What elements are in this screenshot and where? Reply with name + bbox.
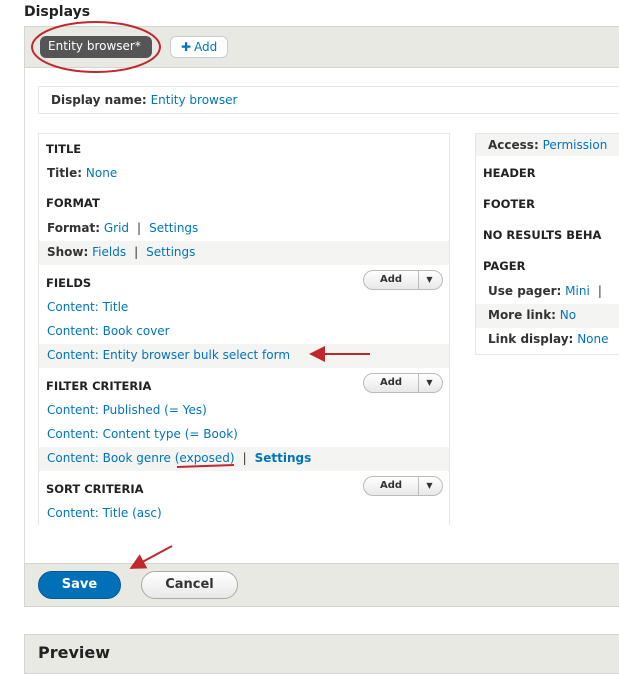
filter-exposed-settings-link[interactable]: Settings [255, 451, 312, 465]
filter-item-link[interactable]: Content: Content type (= Book) [47, 427, 238, 441]
title-row: Title: None [39, 162, 449, 186]
preview-title: Preview [38, 643, 111, 662]
use-pager-label: Use pager: [488, 284, 562, 298]
cancel-button[interactable]: Cancel [141, 571, 238, 599]
display-name-link[interactable]: Entity browser [151, 93, 238, 107]
sort-item: Content: Title (asc) [39, 502, 449, 526]
access-row: Access: Permission [476, 134, 619, 156]
display-name-label: Display name: [51, 93, 147, 107]
no-results-section-header[interactable]: NO RESULTS BEHA [476, 228, 619, 242]
format-label: Format: [47, 221, 101, 235]
field-item-link[interactable]: Content: Book cover [47, 324, 170, 338]
caret-down-icon[interactable]: ▼ [417, 271, 442, 289]
tab-entity-browser[interactable]: Entity browser* [40, 36, 152, 58]
plus-icon: ✚ [181, 40, 192, 54]
format-value-link[interactable]: Grid [104, 221, 129, 235]
show-settings-link[interactable]: Settings [146, 245, 195, 259]
title-label: Title: [47, 166, 83, 180]
use-pager-link[interactable]: Mini [565, 284, 590, 298]
title-value-link[interactable]: None [86, 166, 117, 180]
more-link-row: More link: No [476, 304, 619, 328]
fields-add-label[interactable]: Add [364, 271, 419, 289]
filter-item-exposed-link[interactable]: Content: Book genre (exposed) [47, 451, 235, 465]
sort-add-button[interactable]: Add ▼ [363, 476, 443, 496]
field-item: Content: Book cover [39, 320, 449, 344]
displays-heading: Displays [24, 4, 91, 20]
display-name-row: Display name: Entity browser [38, 86, 619, 114]
link-display-value-link[interactable]: None [577, 332, 608, 346]
show-label: Show: [47, 245, 89, 259]
field-item-link[interactable]: Content: Entity browser bulk select form [47, 348, 290, 362]
format-row: Format: Grid | Settings [47, 221, 199, 235]
filter-add-label[interactable]: Add [364, 374, 419, 392]
caret-down-icon[interactable]: ▼ [417, 477, 442, 495]
filter-item-exposed: Content: Book genre (exposed) | Settings [39, 447, 449, 471]
fields-add-button[interactable]: Add ▼ [363, 270, 443, 290]
show-row: Show: Fields | Settings [39, 241, 449, 265]
link-display-row: Link display: None [476, 328, 619, 352]
show-value-link[interactable]: Fields [92, 245, 126, 259]
link-display-label: Link display: [488, 332, 574, 346]
pager-section-header: PAGER [483, 259, 526, 273]
format-section-header: FORMAT [46, 196, 100, 210]
header-section-header[interactable]: HEADER [476, 166, 619, 180]
more-link-value-link[interactable]: No [560, 308, 576, 322]
field-item-link[interactable]: Content: Title [47, 300, 128, 314]
use-pager-row: Use pager: Mini | [488, 284, 602, 298]
filter-item-link[interactable]: Content: Published (= Yes) [47, 403, 207, 417]
title-section-header: TITLE [46, 142, 82, 156]
access-value-link[interactable]: Permission [543, 138, 608, 152]
left-column: TITLE Title: None FORMAT Format: Grid | Se… [38, 133, 450, 525]
filter-item: Content: Content type (= Book) [39, 423, 449, 447]
preview-bar [24, 634, 619, 674]
format-settings-link[interactable]: Settings [149, 221, 198, 235]
right-column: Access: Permission HEADER FOOTER NO RESU… [475, 133, 619, 355]
caret-down-icon[interactable]: ▼ [417, 374, 442, 392]
filter-item: Content: Published (= Yes) [39, 399, 449, 423]
filter-add-button[interactable]: Add ▼ [363, 373, 443, 393]
add-display-label: Add [194, 40, 218, 54]
access-label: Access: [488, 138, 539, 152]
field-item: Content: Entity browser bulk select form [39, 344, 449, 368]
footer-section-header[interactable]: FOOTER [476, 197, 619, 211]
add-display-button[interactable]: ✚ Add [170, 36, 228, 58]
field-item: Content: Title [39, 296, 449, 320]
more-link-label: More link: [488, 308, 556, 322]
save-button[interactable]: Save [38, 571, 121, 599]
sort-item-link[interactable]: Content: Title (asc) [47, 506, 162, 520]
sort-add-label[interactable]: Add [364, 477, 419, 495]
